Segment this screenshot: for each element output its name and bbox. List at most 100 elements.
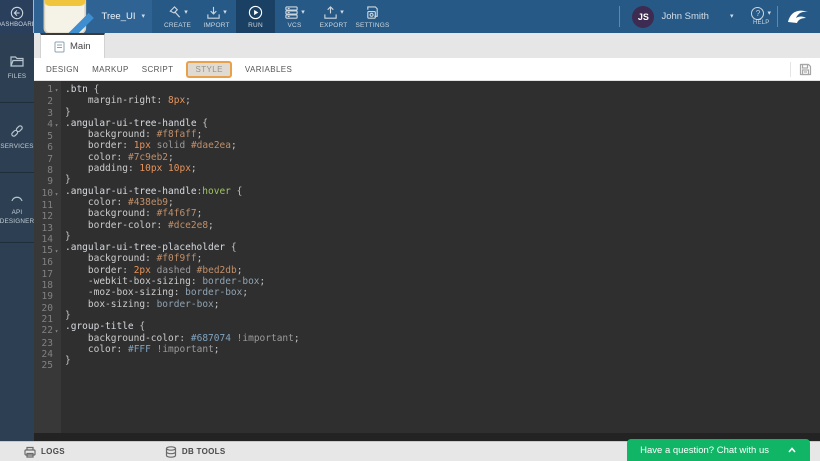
tab-bar: Main (34, 33, 820, 58)
menu-item-vcs[interactable]: ▾VCS (275, 0, 314, 33)
sidebar-item-label: FILES (7, 73, 28, 82)
menu-item-run[interactable]: RUN (236, 0, 275, 33)
status-button-label: LOGS (41, 447, 65, 456)
code-line: background: #f4f6f7; (65, 208, 820, 219)
chat-widget[interactable]: Have a question? Chat with us (627, 439, 810, 461)
code-line: } (65, 107, 820, 118)
app-window: DASHBOARD Tree_UI ▾ ▾CREATE▾IMPORTRUN▾VC… (0, 0, 820, 461)
status-button-logs[interactable]: LOGS (24, 446, 65, 458)
subtab-design[interactable]: DESIGN (46, 63, 79, 76)
app-selector[interactable]: Tree_UI ▾ (33, 0, 152, 33)
editor-scroll-area: 1▾234▾5678910▾1112131415▾16171819202122▾… (34, 81, 820, 433)
subtab-markup[interactable]: MARKUP (92, 63, 129, 76)
code-line: .btn { (65, 84, 820, 95)
line-number: 25 (34, 360, 61, 371)
code-editor[interactable]: 1▾234▾5678910▾1112131415▾16171819202122▾… (34, 81, 820, 441)
sidebar-item-label: SERVICES (0, 143, 35, 152)
line-number: 20 (34, 303, 61, 314)
line-number: 13 (34, 223, 61, 234)
line-number: 18 (34, 280, 61, 291)
menu-item-export[interactable]: ▾ EXPORT (314, 0, 353, 33)
export-icon (323, 5, 338, 20)
code-line: background: #f0f9ff; (65, 253, 820, 264)
help-label: HELP (753, 20, 769, 26)
editor-content[interactable]: .btn { margin-right: 8px;}.angular-ui-tr… (61, 81, 820, 433)
code-line: -moz-box-sizing: border-box; (65, 287, 820, 298)
line-number: 16 (34, 257, 61, 268)
document-icon (54, 41, 65, 53)
subtab-toolbar (790, 62, 812, 77)
subtab-style[interactable]: STYLE (186, 61, 231, 78)
sidebar-item-dashboard[interactable]: DASHBOARD (0, 0, 33, 33)
menu-item-create[interactable]: ▾CREATE (158, 0, 197, 33)
code-line: .group-title { (65, 321, 820, 332)
fold-arrow-icon[interactable]: ▾ (53, 326, 60, 337)
line-number: 5 (34, 131, 61, 142)
tab-main[interactable]: Main (40, 33, 105, 58)
chat-label: Have a question? Chat with us (640, 445, 769, 456)
sidebar-item-services[interactable]: SERVICES (0, 103, 34, 173)
line-number: 9 (34, 176, 61, 187)
question-icon: ? (751, 7, 764, 20)
menu-item-label: CREATE (164, 22, 191, 29)
save-icon[interactable] (799, 63, 812, 76)
line-number: 7 (34, 154, 61, 165)
link-icon (9, 123, 25, 139)
chevron-up-icon (787, 445, 797, 455)
code-line: .angular-ui-tree-placeholder { (65, 242, 820, 253)
menu-item-import[interactable]: ▾ IMPORT (197, 0, 236, 33)
fold-arrow-icon[interactable]: ▾ (53, 120, 60, 131)
line-number: 12 (34, 211, 61, 222)
code-line: color: #7c9eb2; (65, 152, 820, 163)
menu-item-settings[interactable]: SETTINGS (353, 0, 392, 33)
menu-item-label: IMPORT (203, 22, 229, 29)
brand-logo-icon (778, 0, 820, 33)
import-icon (206, 5, 221, 20)
user-menu[interactable]: JS John Smith ▾ (620, 0, 745, 33)
folder-icon (9, 53, 25, 69)
code-line: color: #438eb9; (65, 197, 820, 208)
line-number: 3 (34, 108, 61, 119)
status-button-db-tools[interactable]: DB TOOLS (165, 446, 226, 458)
chevron-down-icon: ▾ (301, 9, 305, 16)
fold-arrow-icon[interactable]: ▾ (53, 85, 60, 96)
topbar: DASHBOARD Tree_UI ▾ ▾CREATE▾IMPORTRUN▾VC… (0, 0, 820, 33)
menu-item-label: EXPORT (320, 22, 348, 29)
line-number: 21 (34, 314, 61, 325)
code-line: .angular-ui-tree-handle { (65, 118, 820, 129)
sidebar-item-files[interactable]: FILES (0, 33, 34, 103)
code-line: margin-right: 8px; (65, 95, 820, 106)
line-number: 4▾ (34, 119, 61, 131)
subtab-script[interactable]: SCRIPT (142, 63, 174, 76)
chevron-down-icon: ▾ (223, 9, 227, 16)
code-line: padding: 10px 10px; (65, 163, 820, 174)
menu-item-label: SETTINGS (355, 22, 389, 29)
status-button-label: DB TOOLS (182, 447, 226, 456)
line-number: 11 (34, 200, 61, 211)
code-line: box-sizing: border-box; (65, 299, 820, 310)
subtab-variables[interactable]: VARIABLES (245, 63, 292, 76)
line-number: 22▾ (34, 325, 61, 337)
dashboard-back-icon (10, 6, 24, 20)
code-line: color: #FFF !important; (65, 344, 820, 355)
line-number: 19 (34, 291, 61, 302)
line-number: 10▾ (34, 188, 61, 200)
code-line: border-color: #dce2e8; (65, 220, 820, 231)
code-line: background-color: #687074 !important; (65, 333, 820, 344)
sidebar-item-api-designer[interactable]: API DESIGNER (0, 173, 34, 243)
main-panel: Main DESIGN MARKUP SCRIPT STYLE VARIABLES 1▾… (34, 33, 820, 441)
subtab-bar: DESIGN MARKUP SCRIPT STYLE VARIABLES (34, 58, 820, 81)
menu-item-label: RUN (248, 22, 263, 29)
fold-arrow-icon[interactable]: ▾ (53, 189, 60, 200)
database-icon (165, 446, 177, 458)
code-line: } (65, 355, 820, 366)
line-number: 2 (34, 96, 61, 107)
run-icon (248, 5, 263, 20)
fold-arrow-icon[interactable]: ▾ (53, 246, 60, 257)
chevron-down-icon: ▾ (340, 9, 344, 16)
topbar-spacer (392, 0, 619, 33)
sidebar: FILES SERVICES API DESIGNER (0, 33, 34, 441)
code-line: } (65, 174, 820, 185)
help-button[interactable]: ? ▾ HELP (745, 0, 777, 33)
line-number: 1▾ (34, 84, 61, 96)
